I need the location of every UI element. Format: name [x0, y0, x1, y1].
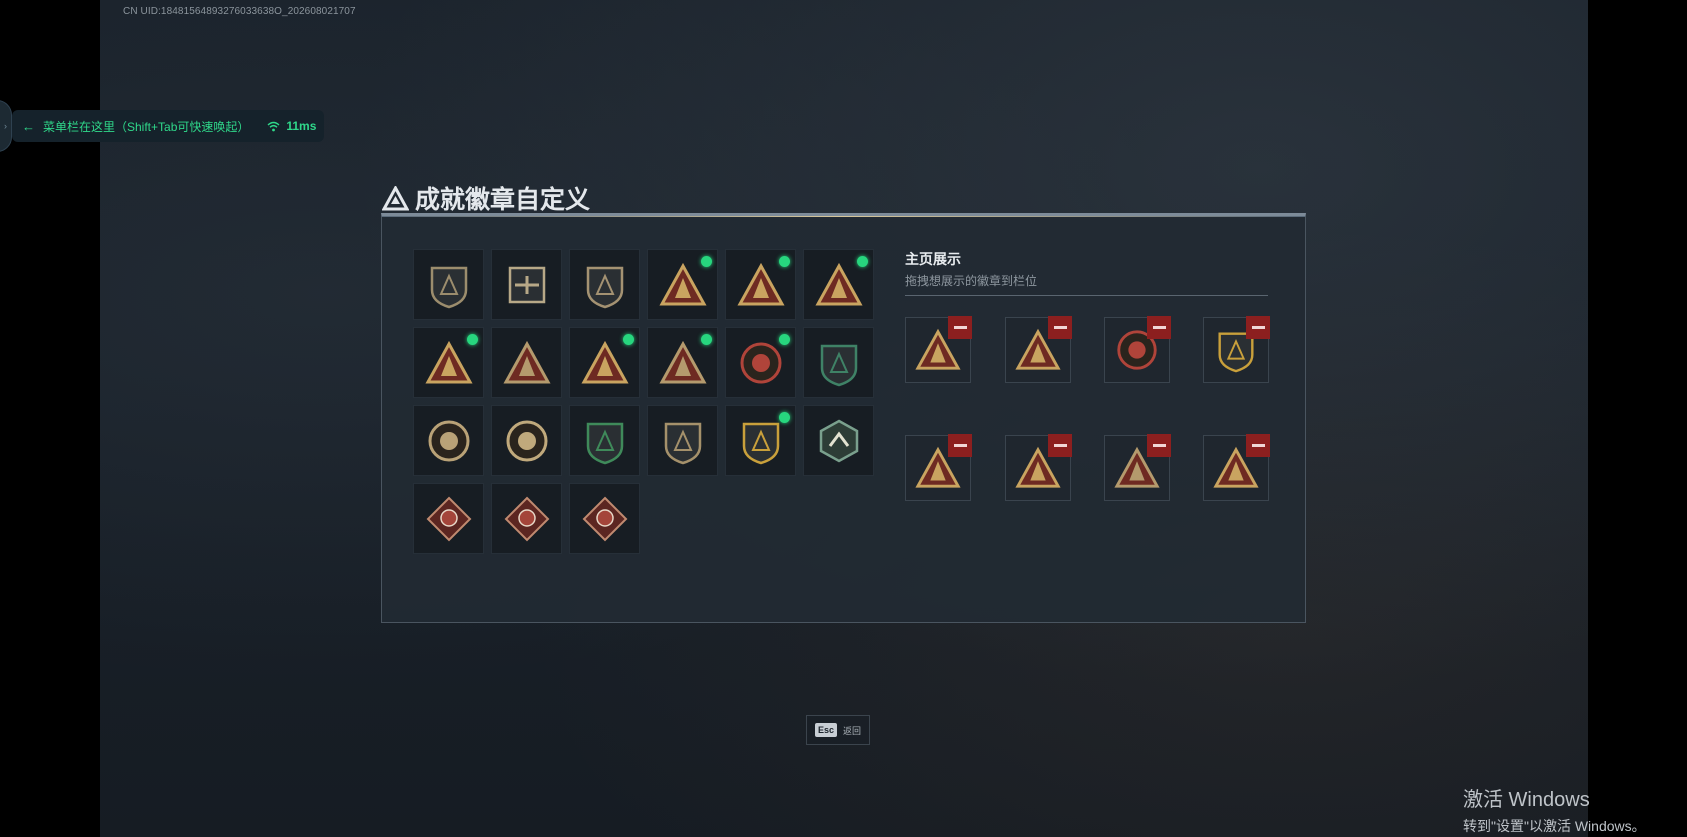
eagle-hex-badge-icon — [819, 419, 858, 462]
owned-badge-grid — [413, 249, 883, 554]
shield-triangle-badge-icon — [430, 266, 467, 308]
green-target-badge-icon — [586, 422, 623, 464]
badge-item[interactable] — [413, 327, 484, 398]
new-indicator-dot — [701, 334, 712, 345]
achievement-triangle-icon — [382, 185, 409, 210]
back-button[interactable]: Esc 返回 — [806, 715, 870, 745]
remove-badge-button[interactable] — [1147, 316, 1171, 339]
remove-badge-button[interactable] — [1147, 434, 1171, 457]
badge-item[interactable] — [569, 405, 640, 476]
badge-item[interactable] — [647, 249, 718, 320]
badge-item[interactable] — [569, 249, 640, 320]
new-indicator-dot — [701, 256, 712, 267]
rifle-shield-badge-icon — [664, 422, 701, 464]
display-slot[interactable] — [1104, 316, 1171, 383]
rock-hand-triangle-badge-icon — [658, 262, 707, 305]
number-one-triangle-badge-icon — [814, 262, 863, 305]
wifi-icon — [267, 121, 280, 131]
badge-item[interactable] — [491, 405, 562, 476]
watermark-line1: 激活 Windows — [1463, 789, 1590, 811]
overlay-hint-text: 菜单栏在这里（Shift+Tab可快速唤起） — [43, 119, 250, 134]
dragon-red-badge-1-icon — [426, 496, 471, 541]
runner-red-badge-icon — [582, 496, 627, 541]
soldier-triangle-badge-icon — [658, 340, 707, 383]
watermark-line2: 转到"设置"以激活 Windows。 — [1463, 818, 1646, 834]
skull-compass-badge-icon — [428, 420, 469, 461]
remove-badge-button[interactable] — [1246, 316, 1270, 339]
badge-item[interactable] — [725, 405, 796, 476]
remove-badge-button[interactable] — [1048, 434, 1072, 457]
remove-badge-button[interactable] — [948, 434, 972, 457]
badge-item[interactable] — [491, 483, 562, 554]
soldiers-triangle-badge-icon — [502, 340, 551, 383]
new-indicator-dot — [623, 334, 634, 345]
gold-crest-badge-icon — [742, 422, 779, 464]
badge-item[interactable] — [803, 327, 874, 398]
ping-value: 11ms — [286, 119, 317, 133]
display-slot[interactable] — [905, 434, 972, 501]
minus-icon — [1053, 444, 1067, 447]
display-slot[interactable] — [1104, 434, 1171, 501]
overlay-hint-bar[interactable]: ← 菜单栏在这里（Shift+Tab可快速唤起） 11ms — [12, 110, 324, 142]
star-medal-badge-icon — [740, 342, 781, 383]
display-title: 主页展示 — [905, 251, 961, 267]
display-slot[interactable] — [1203, 316, 1270, 383]
badge-item[interactable] — [725, 249, 796, 320]
badge-item[interactable] — [803, 249, 874, 320]
windows-activation-watermark: 激活 Windows 转到"设置"以激活 Windows。 — [1463, 783, 1646, 836]
minus-icon — [1251, 444, 1265, 447]
helmet-triangle-badge-icon — [736, 262, 785, 305]
dragon-red-badge-2-icon — [504, 496, 549, 541]
badge-item[interactable] — [413, 483, 484, 554]
new-indicator-dot — [467, 334, 478, 345]
display-slot[interactable] — [905, 316, 972, 383]
divider — [905, 295, 1268, 296]
minus-icon — [1251, 326, 1265, 329]
remove-badge-button[interactable] — [948, 316, 972, 339]
minus-icon — [1053, 326, 1067, 329]
homepage-display-section: 主页展示 拖拽想展示的徽章到栏位 — [905, 249, 1275, 296]
badge-item[interactable] — [647, 327, 718, 398]
display-slot[interactable] — [1005, 434, 1072, 501]
new-indicator-dot — [779, 256, 790, 267]
badge-item[interactable] — [491, 249, 562, 320]
badge-item[interactable] — [647, 405, 718, 476]
display-slot[interactable] — [1203, 434, 1270, 501]
gasmask-badge-icon — [506, 420, 547, 461]
minus-icon — [1152, 444, 1166, 447]
page-title: 成就徽章自定义 — [415, 186, 591, 214]
squad-triangle-badge-icon — [580, 340, 629, 383]
remove-badge-button[interactable] — [1246, 434, 1270, 457]
minus-icon — [1152, 326, 1166, 329]
badge-customize-panel: 主页展示 拖拽想展示的徽章到栏位 — [381, 213, 1306, 623]
helicopter-badge-icon — [508, 266, 545, 303]
badge-item[interactable] — [491, 327, 562, 398]
network-status: 11ms — [267, 119, 316, 133]
green-crest-badge-icon — [820, 344, 857, 386]
badge-item[interactable] — [803, 405, 874, 476]
esc-key-icon: Esc — [814, 723, 837, 737]
badge-item[interactable] — [413, 405, 484, 476]
minus-icon — [953, 326, 967, 329]
arrow-left-icon: ← — [22, 118, 35, 134]
overlay-toggle-button[interactable]: › — [0, 100, 12, 152]
page-title-row: 成就徽章自定义 — [382, 180, 590, 216]
badge-item[interactable] — [569, 327, 640, 398]
badge-item[interactable] — [725, 327, 796, 398]
crate-triangle-badge-icon — [424, 340, 473, 383]
new-indicator-dot — [857, 256, 868, 267]
new-indicator-dot — [779, 412, 790, 423]
badge-item[interactable] — [569, 483, 640, 554]
back-label: 返回 — [843, 725, 862, 736]
minus-icon — [953, 444, 967, 447]
blade-shield-badge-icon — [586, 266, 623, 308]
chevron-right-icon: › — [4, 121, 7, 131]
uid-label: CN UID:18481564893276033638O_20260802170… — [123, 6, 356, 17]
display-subtitle: 拖拽想展示的徽章到栏位 — [905, 274, 1038, 288]
new-indicator-dot — [779, 334, 790, 345]
badge-item[interactable] — [413, 249, 484, 320]
display-slot[interactable] — [1005, 316, 1072, 383]
remove-badge-button[interactable] — [1048, 316, 1072, 339]
